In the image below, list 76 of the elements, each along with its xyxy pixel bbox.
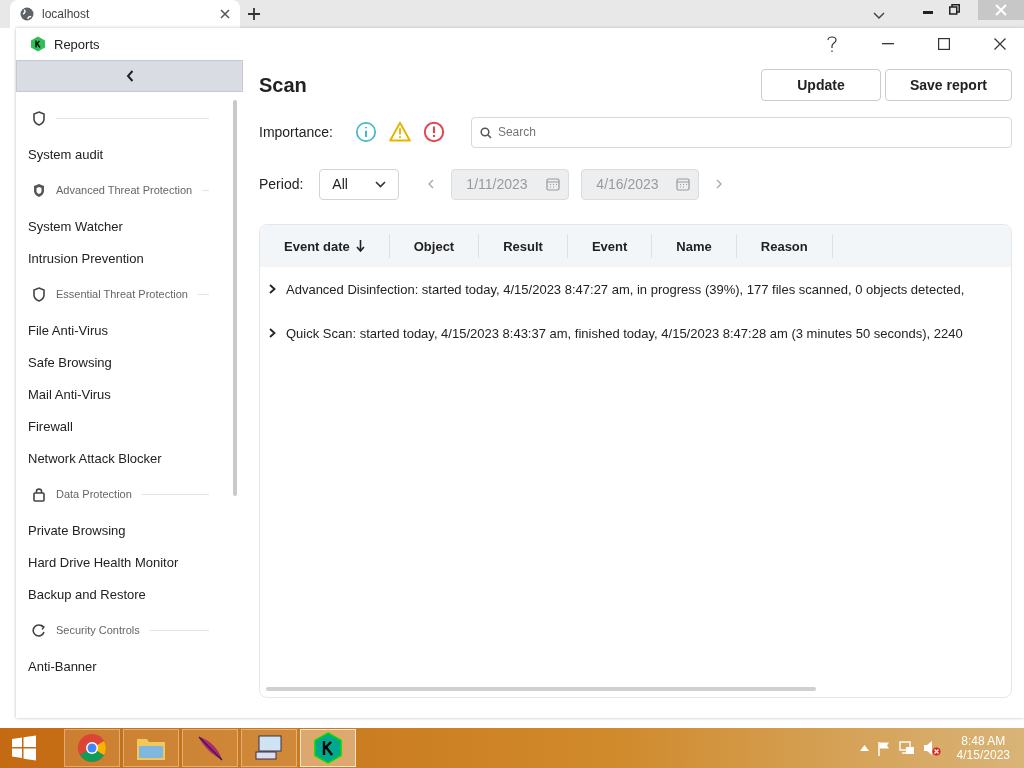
event-summary: Quick Scan: started today, 4/15/2023 8:43:37 am, finished today, 4/15/2023 8:47:28 am (3 minutes 50 seconds), 2240 — [286, 325, 963, 341]
globe-icon — [20, 7, 34, 21]
shield-icon — [32, 286, 46, 302]
period-label: Period: — [259, 176, 304, 192]
chevron-left-icon — [125, 70, 134, 82]
importance-label: Importance: — [259, 124, 333, 140]
speaker-muted-icon[interactable] — [922, 740, 941, 756]
sidebar-item[interactable]: Intrusion Prevention — [16, 242, 243, 274]
sidebar-item[interactable]: Backup and Restore — [16, 578, 243, 610]
section-label: Essential Threat Protection — [56, 288, 188, 300]
sidebar-item[interactable]: File Anti-Virus — [16, 314, 243, 346]
page-title: Scan — [259, 73, 308, 97]
browser-tab[interactable]: localhost — [10, 0, 240, 28]
maximize-icon — [938, 38, 950, 50]
clock-time: 8:48 AM — [961, 734, 1006, 748]
info-icon[interactable] — [354, 121, 377, 143]
close-button[interactable] — [978, 0, 1024, 20]
chevron-down-icon[interactable] — [873, 12, 885, 20]
sort-down-icon — [355, 240, 365, 252]
windows-logo-icon — [11, 735, 37, 761]
chevron-left-icon[interactable] — [428, 179, 435, 189]
search-icon — [479, 126, 492, 139]
save-report-button[interactable]: Save report — [884, 69, 1012, 101]
network-icon[interactable] — [898, 740, 915, 756]
computer-icon — [254, 734, 284, 762]
sidebar-item[interactable]: Network Attack Blocker — [16, 442, 243, 474]
close-icon — [994, 38, 1006, 50]
clock-date: 4/15/2023 — [956, 748, 1010, 762]
chevron-right-icon[interactable] — [716, 179, 723, 189]
close-icon[interactable] — [220, 9, 230, 19]
search-field[interactable]: Search — [470, 116, 1012, 148]
flag-icon[interactable] — [876, 740, 891, 756]
collapse-button[interactable] — [16, 60, 243, 92]
sidebar-item[interactable]: Private Browsing — [16, 514, 243, 546]
restore-icon[interactable] — [949, 4, 960, 15]
refresh-icon — [32, 622, 46, 638]
critical-icon[interactable] — [422, 121, 445, 143]
close-icon — [995, 4, 1007, 16]
lock-icon — [32, 486, 46, 502]
sidebar-item[interactable]: Anti-Banner — [16, 650, 243, 682]
minimize-icon — [882, 43, 894, 45]
section-label: Advanced Threat Protection — [56, 184, 193, 196]
taskbar-app[interactable] — [300, 729, 356, 767]
window-title: Reports — [54, 36, 101, 52]
caret-up-icon[interactable] — [859, 745, 869, 751]
sidebar-item[interactable]: System audit — [16, 138, 243, 170]
warning-icon[interactable] — [388, 121, 411, 143]
calendar-icon[interactable] — [676, 177, 691, 191]
sidebar-item[interactable]: System Watcher — [16, 210, 243, 242]
sidebar-item[interactable]: Firewall — [16, 410, 243, 442]
column-header[interactable]: Object — [389, 234, 480, 258]
k-logo-icon — [313, 732, 343, 764]
expand-icon[interactable] — [268, 284, 276, 294]
update-button[interactable]: Update — [760, 69, 881, 101]
sidebar-item[interactable]: Safe Browsing — [16, 346, 243, 378]
chevron-down-icon — [375, 180, 387, 188]
plus-icon[interactable] — [247, 7, 261, 21]
column-header[interactable]: Event — [567, 234, 653, 258]
sidebar-item[interactable]: Hard Drive Health Monitor — [16, 546, 243, 578]
browser-icon — [77, 733, 107, 763]
column-header[interactable]: Event date — [260, 234, 390, 258]
expand-icon[interactable] — [268, 328, 276, 338]
column-header[interactable]: Name — [652, 234, 737, 258]
sidebar-item[interactable]: Mail Anti-Virus — [16, 378, 243, 410]
question-mark-icon — [826, 35, 838, 53]
section-label: Data Protection — [56, 488, 132, 500]
shield-icon — [32, 182, 46, 198]
section-label: Security Controls — [56, 624, 140, 636]
column-header[interactable]: Result — [479, 234, 568, 258]
k-logo-icon — [30, 36, 46, 52]
period-dropdown[interactable]: All — [319, 168, 400, 200]
event-summary: Advanced Disinfection: started today, 4/15/2023 8:47:27 am, in progress (39%), 177 files scanned, 0 objects detected, — [286, 281, 965, 297]
calendar-icon[interactable] — [546, 177, 561, 191]
feather-icon — [195, 733, 225, 763]
shield-icon — [32, 110, 46, 126]
column-header[interactable]: Reason — [736, 234, 833, 258]
